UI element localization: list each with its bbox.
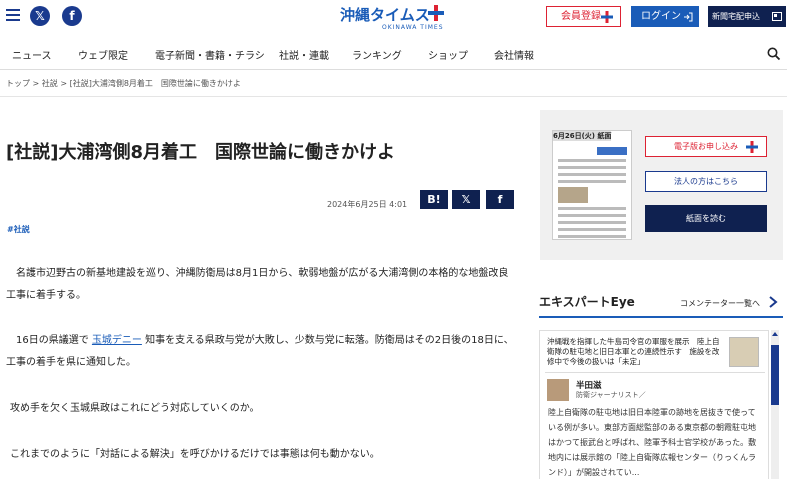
nav-item-news[interactable]: ニュース xyxy=(12,47,52,62)
expert-card-headline[interactable]: 沖縄戦を指揮した牛島司令官の軍服を展示 陸上自衛隊の駐屯地と旧日本軍との連続性示… xyxy=(547,337,722,367)
expert-card-thumbnail[interactable] xyxy=(729,337,759,367)
nav-item-shop[interactable]: ショップ xyxy=(428,47,468,62)
breadcrumb[interactable]: トップ > 社説 > [社説]大浦湾側8月着工 国際世論に働きかけよ xyxy=(6,78,241,89)
search-icon[interactable] xyxy=(767,47,781,61)
nav-item-web-limited[interactable]: ウェブ限定 xyxy=(78,47,128,62)
expert-eye-title: エキスパートEye xyxy=(539,295,635,309)
plus-brand-icon xyxy=(746,141,758,153)
subscribe-button[interactable]: 電子版お申し込み xyxy=(645,136,767,157)
logo-plus-icon xyxy=(428,5,444,21)
avatar xyxy=(547,379,569,401)
login-button[interactable]: ログイン xyxy=(631,6,699,27)
article-title: [社説]大浦湾側8月着工 国際世論に働きかけよ xyxy=(6,142,395,163)
logo-subtext: OKINAWA TIMES xyxy=(382,24,444,31)
author-role: 防衛ジャーナリスト／ xyxy=(576,391,646,399)
top-bar: 𝕏 f 沖縄タイムス OKINAWA TIMES 会員登録 ログイン 新聞宅配申… xyxy=(0,0,787,36)
chevron-right-icon[interactable] xyxy=(768,296,778,308)
member-register-button[interactable]: 会員登録 xyxy=(546,6,621,27)
newspaper-delivery-button[interactable]: 新聞宅配申込 xyxy=(708,6,786,27)
article-date: 2024年6月25日 4:01 xyxy=(327,200,408,209)
article-tag[interactable]: #社説 xyxy=(7,224,30,235)
paper-date-label: 6月26日(火) 紙面 xyxy=(553,131,612,141)
nav-item-company[interactable]: 会社情報 xyxy=(494,47,534,62)
scrollbar-thumb[interactable] xyxy=(771,345,779,405)
article-paragraph-4: これまでのように「対話による解決」を呼びかけるだけでは事態は何も動かない。 xyxy=(10,449,380,460)
main-nav: ニュース ウェブ限定 電子新聞・書籍・チラシ 社説・連載 ランキング ショップ … xyxy=(0,36,787,70)
expert-eye-underline xyxy=(539,316,783,318)
breadcrumb-divider xyxy=(0,96,787,97)
nav-item-ranking[interactable]: ランキング xyxy=(352,47,402,62)
article-paragraph-2: 16日の県議選で 玉城デニー 知事を支える県政与党が大敗し、少数与党に転落。防衛… xyxy=(6,330,516,374)
plus-brand-icon xyxy=(601,11,613,23)
x-share-button[interactable]: 𝕏 xyxy=(452,190,480,209)
expert-card-body: 陸上自衛隊の駐屯地は旧日本陸軍の跡地を居抜きで使っている例が多い。東部方面総監部… xyxy=(548,408,757,477)
login-label: ログイン xyxy=(641,11,681,22)
scroll-up-icon[interactable] xyxy=(772,331,778,337)
nav-item-e-paper[interactable]: 電子新聞・書籍・チラシ xyxy=(155,47,265,62)
site-logo[interactable]: 沖縄タイムス OKINAWA TIMES xyxy=(340,4,450,32)
tamaki-denny-link[interactable]: 玉城デニー xyxy=(92,335,142,346)
subscribe-label: 電子版お申し込み xyxy=(674,142,738,151)
read-paper-button[interactable]: 紙面を読む xyxy=(645,205,767,232)
member-register-label: 会員登録 xyxy=(561,11,601,22)
login-arrow-icon xyxy=(684,12,693,22)
expert-card-divider xyxy=(545,372,765,373)
commentator-list-link[interactable]: コメンテーター一覧へ xyxy=(680,298,760,309)
paragraph-2-pre: 16日の県議選で xyxy=(16,335,92,346)
newspaper-thumbnail[interactable] xyxy=(552,130,632,240)
article-paragraph-3: 攻め手を欠く玉城県政はこれにどう対応していくのか。 xyxy=(10,403,260,414)
corporate-button[interactable]: 法人の方はこちら xyxy=(645,171,767,192)
facebook-share-button[interactable]: f xyxy=(486,190,514,209)
nav-item-editorial[interactable]: 社説・連載 xyxy=(279,47,329,62)
facebook-social-icon[interactable]: f xyxy=(62,6,82,26)
hatena-share-button[interactable]: B! xyxy=(420,190,448,209)
menu-icon[interactable] xyxy=(6,9,20,23)
newspaper-delivery-label: 新聞宅配申込 xyxy=(712,12,760,21)
newspaper-icon xyxy=(772,12,782,21)
article-paragraph-1: 名護市辺野古の新基地建設を巡り、沖縄防衛局は8月1日から、軟弱地盤が広がる大浦湾… xyxy=(6,268,509,301)
x-social-icon[interactable]: 𝕏 xyxy=(30,6,50,26)
